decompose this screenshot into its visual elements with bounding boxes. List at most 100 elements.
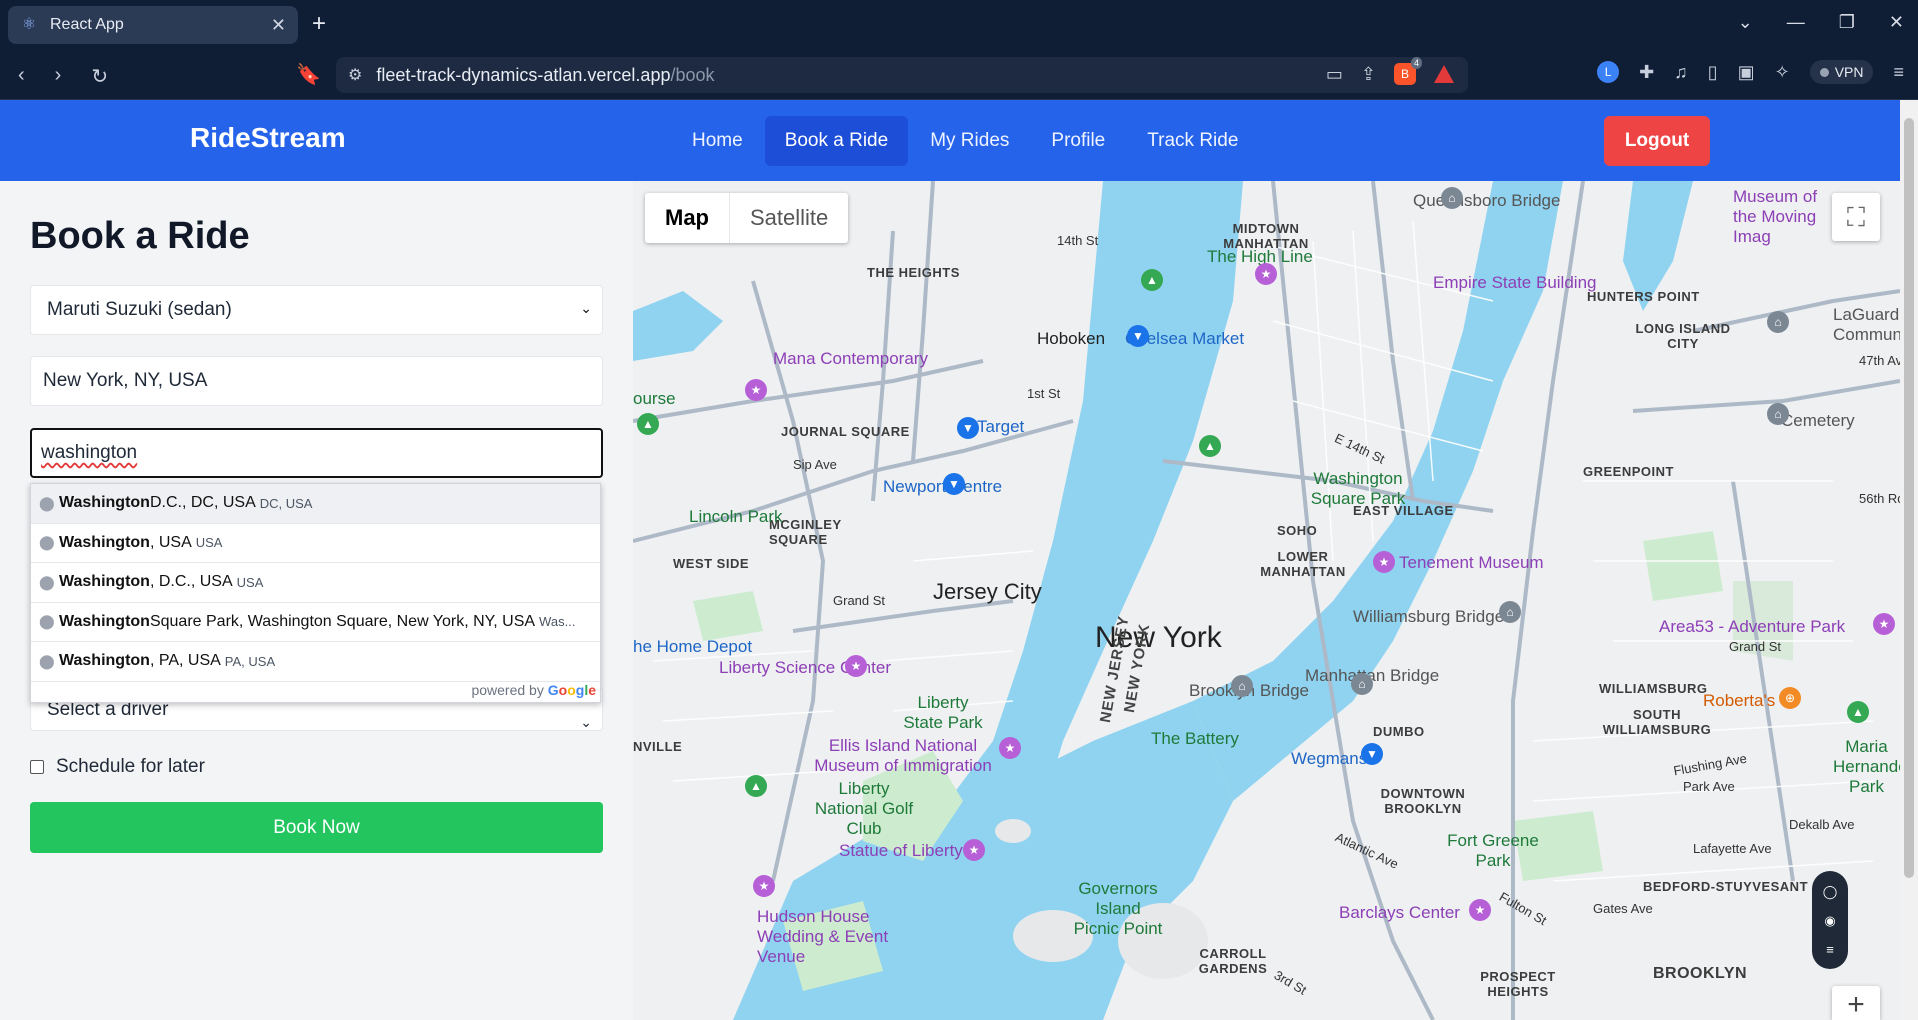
venue-pin-icon[interactable]: ★ <box>1469 899 1491 921</box>
page-scrollbar[interactable] <box>1900 100 1918 1020</box>
park-pin-icon[interactable]: ▲ <box>1199 435 1221 457</box>
nav-profile[interactable]: Profile <box>1031 116 1125 166</box>
media-icon[interactable]: ♫ <box>1674 62 1688 83</box>
map-type-map[interactable]: Map <box>645 193 730 243</box>
scrollbar-thumb[interactable] <box>1904 118 1914 878</box>
venue-pin-icon[interactable]: ★ <box>753 875 775 897</box>
shield-count-badge: 4 <box>1410 57 1422 69</box>
extensions-icon[interactable]: ✚ <box>1639 62 1654 83</box>
map-label-greenpoint: GREENPOINT <box>1583 464 1674 479</box>
brave-rewards-icon[interactable] <box>1434 65 1454 83</box>
chevron-down-icon: ⌄ <box>580 300 592 316</box>
reload-icon[interactable]: ↻ <box>91 64 108 89</box>
map-label-liberty-state-park: Liberty State Park <box>903 693 983 732</box>
shopping-pin-icon[interactable]: ▼ <box>943 473 965 495</box>
bridge-pin-icon[interactable]: ⌂ <box>1351 673 1373 695</box>
sidebar-icon[interactable]: ▯ <box>1708 62 1718 83</box>
wallet-icon[interactable]: ▣ <box>1738 62 1755 83</box>
park-pin-icon[interactable]: ▲ <box>1847 701 1869 723</box>
museum-pin-icon[interactable]: ★ <box>845 655 867 677</box>
nav-my-rides[interactable]: My Rides <box>910 116 1029 166</box>
museum-pin-icon[interactable]: ★ <box>1255 263 1277 285</box>
map-label-nville: NVILLE <box>633 739 683 754</box>
pickup-input[interactable]: New York, NY, USA <box>30 356 603 406</box>
map-label-washington-square-park: Washington Square Park <box>1310 469 1406 508</box>
autocomplete-item[interactable]: ⬤ Washington, PA, USA PA, USA <box>31 642 600 682</box>
url-host: fleet-track-dynamics-atlan.vercel.app <box>376 64 671 85</box>
shopping-pin-icon[interactable]: ▼ <box>957 417 979 439</box>
browser-toolbar: ‹ › ↻ 🔖 ⚙ fleet-track-dynamics-atlan.ver… <box>0 50 1918 100</box>
site-info-icon[interactable]: ⚙ <box>348 65 362 85</box>
map-label-fort-greene: Fort Greene Park <box>1447 831 1539 870</box>
eye-icon[interactable]: ◉ <box>1824 913 1835 929</box>
museum-pin-icon[interactable]: ★ <box>999 737 1021 759</box>
location-pin-icon: ⬤ <box>39 652 55 669</box>
fullscreen-icon[interactable]: ⛶ <box>1832 193 1880 241</box>
browser-tab[interactable]: ⚛ React App ✕ <box>8 6 298 44</box>
logout-button[interactable]: Logout <box>1604 116 1710 166</box>
nav-home[interactable]: Home <box>672 116 763 166</box>
autocomplete-item[interactable]: ⬤ Washington D.C., DC, USA DC, USA <box>31 484 600 524</box>
museum-pin-icon[interactable]: ★ <box>1373 551 1395 573</box>
autocomplete-dropdown: ⬤ Washington D.C., DC, USA DC, USA ⬤ Was… <box>30 483 601 703</box>
new-tab-icon[interactable]: + <box>312 10 326 38</box>
schedule-label[interactable]: Schedule for later <box>56 756 205 778</box>
map-label-ourse: ourse <box>633 389 676 408</box>
share-icon[interactable]: ⇪ <box>1361 64 1376 85</box>
museum-pin-icon[interactable]: ★ <box>963 839 985 861</box>
nav-book-a-ride[interactable]: Book a Ride <box>764 116 909 166</box>
bridge-pin-icon[interactable]: ⌂ <box>1231 675 1253 697</box>
vehicle-select[interactable]: Maruti Suzuki (sedan) ⌄ <box>30 285 603 335</box>
map-label-brooklyn: BROOKLYN <box>1653 965 1748 982</box>
park-pin-icon[interactable]: ▲ <box>745 775 767 797</box>
restore-icon[interactable]: ❐ <box>1839 12 1855 33</box>
cemetery-pin-icon[interactable]: ⌂ <box>1767 403 1789 425</box>
attraction-pin-icon[interactable]: ★ <box>1873 613 1895 635</box>
restaurant-pin-icon[interactable]: ⊕ <box>1779 687 1801 709</box>
address-bar[interactable]: ⚙ fleet-track-dynamics-atlan.vercel.app … <box>336 57 1468 93</box>
street-label: 1st St <box>1027 386 1061 401</box>
close-window-icon[interactable]: ✕ <box>1889 12 1904 33</box>
map-label-area53: Area53 - Adventure Park <box>1659 617 1846 636</box>
shopping-pin-icon[interactable]: ▼ <box>1361 743 1383 765</box>
menu-icon[interactable]: ≡ <box>1893 62 1904 83</box>
bookmark-icon[interactable]: 🔖 <box>296 62 321 87</box>
bridge-pin-icon[interactable]: ⌂ <box>1441 187 1463 209</box>
vpn-button[interactable]: VPN <box>1809 60 1874 84</box>
forward-icon[interactable]: › <box>55 64 62 89</box>
map-label-governors-island: Governors Island Picnic Point <box>1073 879 1163 938</box>
suggestion-rest: , D.C., USA <box>149 573 233 591</box>
zoom-in-icon[interactable]: + <box>1832 986 1880 1020</box>
brave-shield-icon[interactable]: B4 <box>1394 57 1422 85</box>
schedule-checkbox[interactable] <box>30 760 44 774</box>
suggestion-rest: Square Park, Washington Square, New York… <box>149 612 536 630</box>
book-now-button[interactable]: Book Now <box>30 802 603 853</box>
park-pin-icon[interactable]: ▲ <box>1141 269 1163 291</box>
list-icon[interactable]: ≡ <box>1826 942 1834 957</box>
map-type-satellite[interactable]: Satellite <box>730 193 848 243</box>
map-label-museum-moving-image: Museum of the Moving Imag <box>1733 187 1818 246</box>
shopping-pin-icon[interactable]: ▼ <box>1127 325 1149 347</box>
brand-logo[interactable]: RideStream <box>190 122 346 154</box>
autocomplete-item[interactable]: ⬤ Washington Square Park, Washington Squ… <box>31 603 600 642</box>
minimize-icon[interactable]: — <box>1787 12 1805 33</box>
bridge-pin-icon[interactable]: ⌂ <box>1499 601 1521 623</box>
autocomplete-item[interactable]: ⬤ Washington, USA USA <box>31 524 600 563</box>
museum-pin-icon[interactable]: ★ <box>745 379 767 401</box>
close-tab-icon[interactable]: ✕ <box>271 15 286 36</box>
back-icon[interactable]: ‹ <box>18 64 25 89</box>
autocomplete-item[interactable]: ⬤ Washington, D.C., USA USA <box>31 563 600 603</box>
password-extension-icon[interactable]: L <box>1597 61 1620 83</box>
map-label-west-side: WEST SIDE <box>673 556 750 571</box>
dropoff-input[interactable]: washington <box>30 428 603 478</box>
leo-ai-icon[interactable]: ✧ <box>1775 62 1790 83</box>
map-label-ellis-island: Ellis Island National Museum of Immigrat… <box>814 736 992 775</box>
tab-list-icon[interactable]: ⌄ <box>1738 12 1753 33</box>
cast-icon[interactable]: ▭ <box>1326 64 1343 85</box>
campus-pin-icon[interactable]: ⌂ <box>1767 311 1789 333</box>
map-view[interactable]: New York Jersey City Hoboken THE HEIGHTS… <box>633 181 1900 1020</box>
street-label: Gates Ave <box>1593 901 1653 916</box>
park-pin-icon[interactable]: ▲ <box>637 413 659 435</box>
nav-track-ride[interactable]: Track Ride <box>1127 116 1258 166</box>
chat-icon[interactable]: ◯ <box>1823 884 1838 900</box>
